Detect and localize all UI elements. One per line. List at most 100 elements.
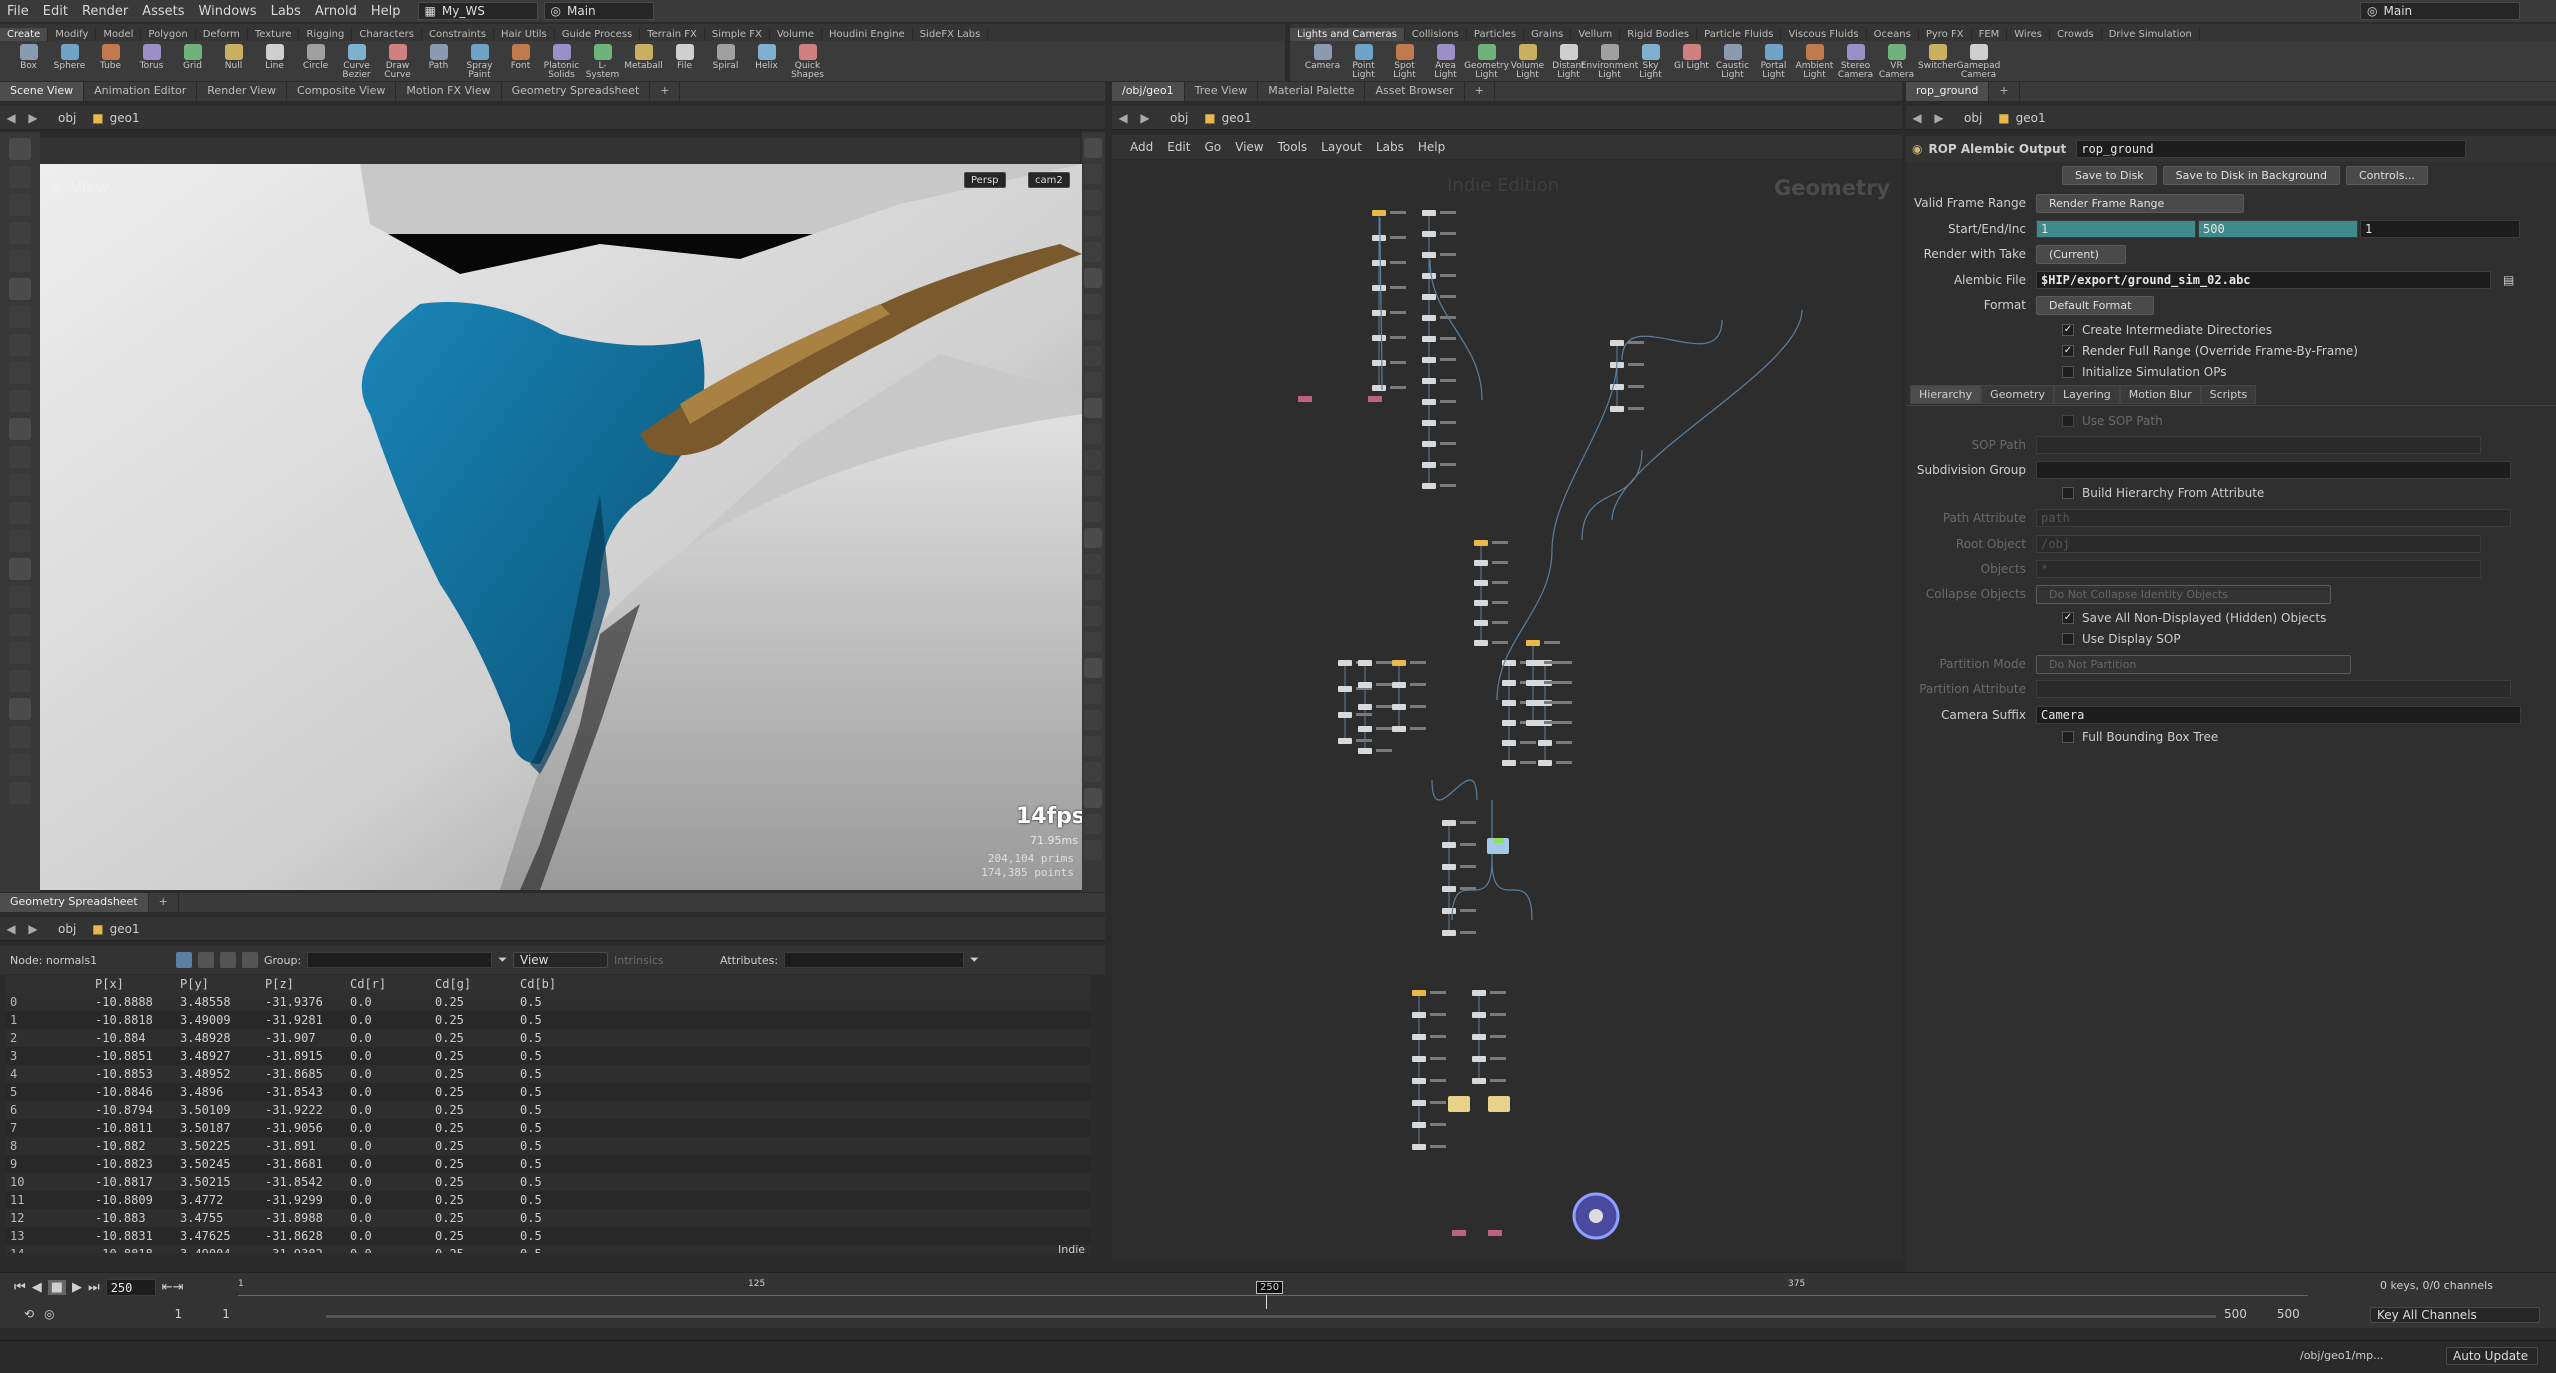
move-icon[interactable] [9,166,31,188]
stop-icon[interactable]: ■ [47,1280,66,1295]
select-icon[interactable] [9,138,31,160]
start-frame-readout-2[interactable]: 1 [222,1307,230,1321]
file-cache-node[interactable] [1448,1096,1470,1112]
tool-spot-light[interactable]: Spot Light [1384,41,1425,80]
valid-frame-range-menu[interactable]: Render Frame Range [2036,193,2244,213]
scale-icon[interactable] [9,670,31,692]
desktop-select[interactable]: ▦ My_WS [417,2,538,20]
node-label-bar[interactable] [1376,683,1392,686]
node-label-bar[interactable] [1628,407,1644,410]
select-icon[interactable] [1084,138,1102,158]
node-label-bar[interactable] [1390,286,1406,289]
sop-node[interactable] [1412,1100,1426,1106]
camera-icon[interactable] [9,418,31,440]
forward-arrow-icon[interactable]: ▶ [1928,111,1950,125]
vertices-mode-icon[interactable] [198,952,214,968]
node-label-bar[interactable] [1430,1101,1446,1104]
node-label-bar[interactable] [1492,561,1508,564]
display-icon[interactable] [1084,476,1102,496]
sop-node[interactable] [1422,210,1436,216]
camera-menu[interactable]: cam2 [1028,172,1070,188]
magnet-icon[interactable] [1084,736,1102,756]
tab-tree-view[interactable]: Tree View [1185,82,1259,101]
sop-node[interactable] [1538,760,1552,766]
detail-mode-icon[interactable] [242,952,258,968]
sop-node[interactable] [1502,740,1516,746]
net-menu-help[interactable]: Help [1411,140,1452,154]
sop-node[interactable] [1538,740,1552,746]
node-label-bar[interactable] [1356,739,1372,742]
sop-node[interactable] [1422,483,1436,489]
display-node[interactable] [1494,838,1504,843]
snap-icon[interactable] [1084,346,1102,366]
sop-node[interactable] [1422,273,1436,279]
path-obj[interactable]: obj [1170,111,1188,125]
handle-icon[interactable] [9,726,31,748]
node-label-bar[interactable] [1460,909,1476,912]
tool-environment-light[interactable]: Environment Light [1581,41,1638,80]
brush-icon[interactable] [9,306,31,328]
shelf-tab-polygon[interactable]: Polygon [141,28,196,41]
tab-geometry-spreadsheet[interactable]: Geometry Spreadsheet [502,82,651,101]
node-label-bar[interactable] [1520,741,1536,744]
node-label-bar[interactable] [1410,661,1426,664]
node-label-bar[interactable] [1556,741,1572,744]
step-keys-icon[interactable]: ⇤⇥ [162,1280,184,1295]
sop-node[interactable] [1392,726,1406,732]
net-menu-edit[interactable]: Edit [1160,140,1197,154]
tool-vr-camera[interactable]: VR Camera [1876,41,1917,80]
select-icon[interactable] [1084,554,1102,574]
node-label-bar[interactable] [1440,295,1456,298]
menu-render[interactable]: Render [75,4,135,19]
take-menu[interactable]: (Current) [2036,244,2126,264]
viewport[interactable]: ◈ View Persp cam2 14fps 71.95ms 204,104 p… [40,164,1082,890]
tool-line[interactable]: Line [254,41,295,71]
sop-node[interactable] [1474,580,1488,586]
node-label-bar[interactable] [1544,661,1560,664]
tool-camera[interactable]: Camera [1302,41,1343,71]
shelf-tab-particle-fluids[interactable]: Particle Fluids [1697,28,1782,41]
attributes-field[interactable] [784,952,965,968]
tool-path[interactable]: Path [418,41,459,71]
sop-node[interactable] [1412,1122,1426,1128]
sop-node[interactable] [1358,748,1372,754]
camera-suffix-field[interactable]: Camera [2036,706,2521,724]
full-bbox-checkbox[interactable] [2062,731,2074,743]
sop-node[interactable] [1526,700,1540,706]
save-hidden-checkbox[interactable]: ✓ [2062,612,2074,624]
time-slider[interactable]: 1 125 375 250 [238,1279,2308,1309]
node-label-bar[interactable] [1556,761,1572,764]
render-icon[interactable] [1084,450,1102,470]
tab-scene-view[interactable]: Scene View [0,82,85,101]
collapse-menu[interactable]: Do Not Collapse Identity Objects [2036,584,2331,604]
sop-node[interactable] [1338,712,1352,718]
sop-node[interactable] [1392,682,1406,688]
node-label-bar[interactable] [1440,484,1456,487]
pose-icon[interactable] [9,698,31,720]
tab-motion-blur[interactable]: Motion Blur [2119,385,2201,404]
brush-icon[interactable] [9,754,31,776]
shelf-tab-characters[interactable]: Characters [352,28,422,41]
sop-node[interactable] [1526,680,1540,686]
column-header[interactable]: Cd[b] [516,977,601,991]
node-label-bar[interactable] [1492,541,1508,544]
sop-node[interactable] [1358,682,1372,688]
sop-node[interactable] [1502,700,1516,706]
sop-node[interactable] [1372,235,1386,241]
tool-gamepad-camera[interactable]: Gamepad Camera [1957,41,2000,80]
tab-scripts[interactable]: Scripts [2200,385,2257,404]
auto-update-menu[interactable]: Auto Update [2446,1347,2538,1365]
range-bar[interactable] [326,1315,2216,1318]
light-icon[interactable] [9,446,31,468]
sop-node[interactable] [1422,462,1436,468]
sop-node[interactable] [1442,864,1456,870]
node-label-bar[interactable] [1430,1035,1446,1038]
node-label-bar[interactable] [1440,400,1456,403]
alembic-file-field[interactable]: $HIP/export/ground_sim_02.abc [2036,271,2491,289]
back-arrow-icon[interactable]: ◀ [1112,111,1134,125]
sop-node[interactable] [1372,210,1386,216]
sop-node[interactable] [1412,1012,1426,1018]
init-sim-checkbox[interactable] [2062,366,2074,378]
key-all-channels-menu[interactable]: Key All Channels [2370,1307,2540,1323]
rop-node[interactable] [1368,396,1382,402]
